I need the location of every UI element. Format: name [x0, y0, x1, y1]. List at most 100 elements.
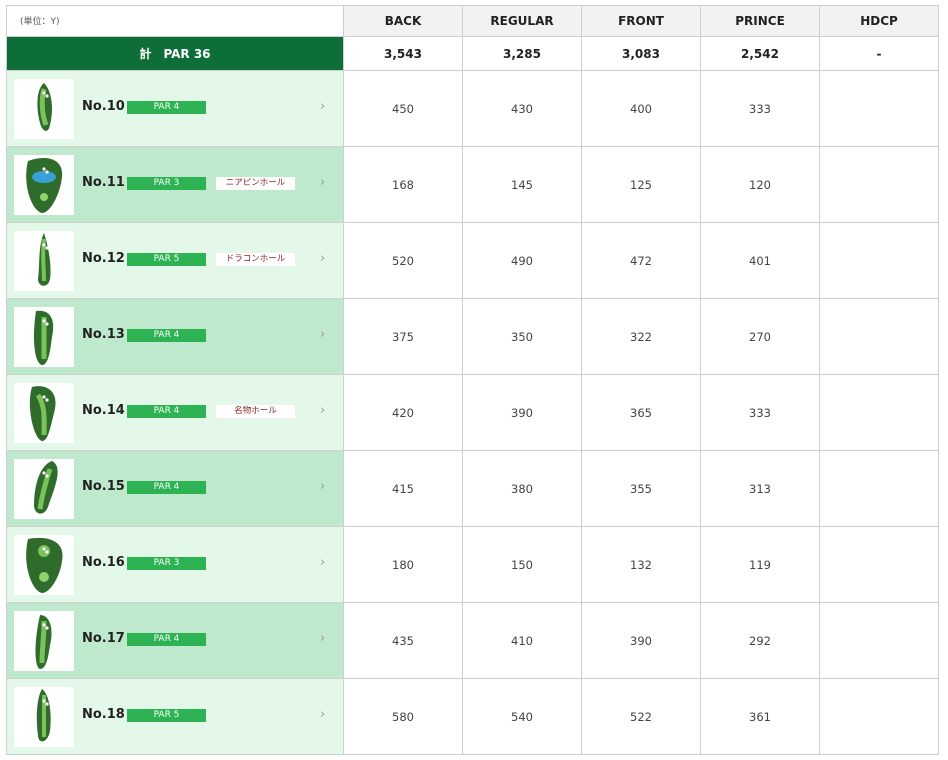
- chevron-right-icon[interactable]: ›: [320, 403, 325, 418]
- hole-regular-yardage: 145: [462, 146, 582, 223]
- hole-regular-yardage: 380: [462, 450, 582, 527]
- hole-front-yardage: 400: [581, 70, 701, 147]
- header-front: FRONT: [581, 5, 701, 37]
- hole-tag: 名物ホール: [216, 405, 295, 418]
- hole-scorecard-table: BACK REGULAR FRONT PRINCE HDCP 計 PAR 36 …: [6, 5, 939, 755]
- hole-row[interactable]: No.16 PAR 3 › 180 150 132 119: [6, 526, 939, 603]
- hole-regular-yardage: 540: [462, 678, 582, 755]
- total-back: 3,543: [343, 36, 463, 71]
- par-badge: PAR 4: [127, 101, 206, 114]
- golf-hole-map-icon: [14, 687, 74, 747]
- hole-back-yardage: 375: [343, 298, 463, 375]
- hole-label-cell[interactable]: No.16 PAR 3 ›: [6, 526, 344, 603]
- chevron-right-icon[interactable]: ›: [320, 327, 325, 342]
- hole-hdcp-yardage: [819, 374, 939, 451]
- hole-number: No.15: [82, 479, 125, 494]
- header-regular: REGULAR: [462, 5, 582, 37]
- chevron-right-icon[interactable]: ›: [320, 99, 325, 114]
- hole-hdcp-yardage: [819, 70, 939, 147]
- chevron-right-icon[interactable]: ›: [320, 631, 325, 646]
- hole-label-cell[interactable]: No.10 PAR 4 ›: [6, 70, 344, 147]
- hole-row[interactable]: No.10 PAR 4 › 450 430 400 333: [6, 70, 939, 147]
- hole-prince-yardage: 270: [700, 298, 820, 375]
- hole-label-cell[interactable]: No.14 PAR 4 名物ホール ›: [6, 374, 344, 451]
- par-badge: PAR 4: [127, 633, 206, 646]
- hole-hdcp-yardage: [819, 146, 939, 223]
- hole-prince-yardage: 313: [700, 450, 820, 527]
- golf-hole-map-icon: [14, 611, 74, 671]
- hole-row[interactable]: No.17 PAR 4 › 435 410 390 292: [6, 602, 939, 679]
- hole-prince-yardage: 361: [700, 678, 820, 755]
- chevron-right-icon[interactable]: ›: [320, 479, 325, 494]
- par-badge: PAR 5: [127, 253, 206, 266]
- hole-number: No.14: [82, 403, 125, 418]
- hole-regular-yardage: 350: [462, 298, 582, 375]
- hole-label-cell[interactable]: No.18 PAR 5 ›: [6, 678, 344, 755]
- golf-hole-map-icon: [14, 535, 74, 595]
- hole-regular-yardage: 490: [462, 222, 582, 299]
- golf-hole-map-icon: [14, 383, 74, 443]
- hole-back-yardage: 415: [343, 450, 463, 527]
- par-badge: PAR 5: [127, 709, 206, 722]
- par-badge: PAR 4: [127, 405, 206, 418]
- header-hdcp: HDCP: [819, 5, 939, 37]
- hole-back-yardage: 580: [343, 678, 463, 755]
- header-row: BACK REGULAR FRONT PRINCE HDCP: [6, 5, 939, 37]
- hole-tag: ドラコンホール: [216, 253, 295, 266]
- hole-prince-yardage: 119: [700, 526, 820, 603]
- hole-front-yardage: 390: [581, 602, 701, 679]
- golf-hole-map-icon: [14, 79, 74, 139]
- hole-back-yardage: 420: [343, 374, 463, 451]
- golf-hole-map-icon: [14, 231, 74, 291]
- total-row: 計 PAR 36 3,543 3,285 3,083 2,542 -: [6, 36, 939, 71]
- total-regular: 3,285: [462, 36, 582, 71]
- par-badge: PAR 3: [127, 177, 206, 190]
- total-prince: 2,542: [700, 36, 820, 71]
- hole-row[interactable]: No.15 PAR 4 › 415 380 355 313: [6, 450, 939, 527]
- hole-number: No.10: [82, 99, 125, 114]
- hole-front-yardage: 322: [581, 298, 701, 375]
- hole-number: No.18: [82, 707, 125, 722]
- hole-front-yardage: 355: [581, 450, 701, 527]
- hole-label-cell[interactable]: No.15 PAR 4 ›: [6, 450, 344, 527]
- hole-hdcp-yardage: [819, 222, 939, 299]
- hole-number: No.13: [82, 327, 125, 342]
- hole-label-cell[interactable]: No.11 PAR 3 ニアピンホール ›: [6, 146, 344, 223]
- hole-front-yardage: 472: [581, 222, 701, 299]
- hole-back-yardage: 168: [343, 146, 463, 223]
- chevron-right-icon[interactable]: ›: [320, 175, 325, 190]
- hole-row[interactable]: No.12 PAR 5 ドラコンホール › 520 490 472 401: [6, 222, 939, 299]
- hole-row[interactable]: No.13 PAR 4 › 375 350 322 270: [6, 298, 939, 375]
- hole-row[interactable]: No.14 PAR 4 名物ホール › 420 390 365 333: [6, 374, 939, 451]
- golf-hole-map-icon: [14, 459, 74, 519]
- hole-hdcp-yardage: [819, 298, 939, 375]
- hole-hdcp-yardage: [819, 678, 939, 755]
- hole-tag: ニアピンホール: [216, 177, 295, 190]
- hole-label-cell[interactable]: No.17 PAR 4 ›: [6, 602, 344, 679]
- hole-row[interactable]: No.11 PAR 3 ニアピンホール › 168 145 125 120: [6, 146, 939, 223]
- chevron-right-icon[interactable]: ›: [320, 555, 325, 570]
- hole-front-yardage: 365: [581, 374, 701, 451]
- hole-number: No.16: [82, 555, 125, 570]
- hole-regular-yardage: 150: [462, 526, 582, 603]
- header-blank-cell: [6, 5, 344, 37]
- golf-hole-map-icon: [14, 307, 74, 367]
- hole-back-yardage: 180: [343, 526, 463, 603]
- hole-prince-yardage: 292: [700, 602, 820, 679]
- hole-hdcp-yardage: [819, 450, 939, 527]
- hole-label-cell[interactable]: No.12 PAR 5 ドラコンホール ›: [6, 222, 344, 299]
- hole-prince-yardage: 401: [700, 222, 820, 299]
- chevron-right-icon[interactable]: ›: [320, 707, 325, 722]
- hole-regular-yardage: 390: [462, 374, 582, 451]
- hole-front-yardage: 125: [581, 146, 701, 223]
- hole-back-yardage: 435: [343, 602, 463, 679]
- hole-label-cell[interactable]: No.13 PAR 4 ›: [6, 298, 344, 375]
- hole-front-yardage: 522: [581, 678, 701, 755]
- total-front: 3,083: [581, 36, 701, 71]
- hole-row[interactable]: No.18 PAR 5 › 580 540 522 361: [6, 678, 939, 755]
- hole-hdcp-yardage: [819, 526, 939, 603]
- chevron-right-icon[interactable]: ›: [320, 251, 325, 266]
- hole-regular-yardage: 410: [462, 602, 582, 679]
- header-back: BACK: [343, 5, 463, 37]
- hole-prince-yardage: 333: [700, 374, 820, 451]
